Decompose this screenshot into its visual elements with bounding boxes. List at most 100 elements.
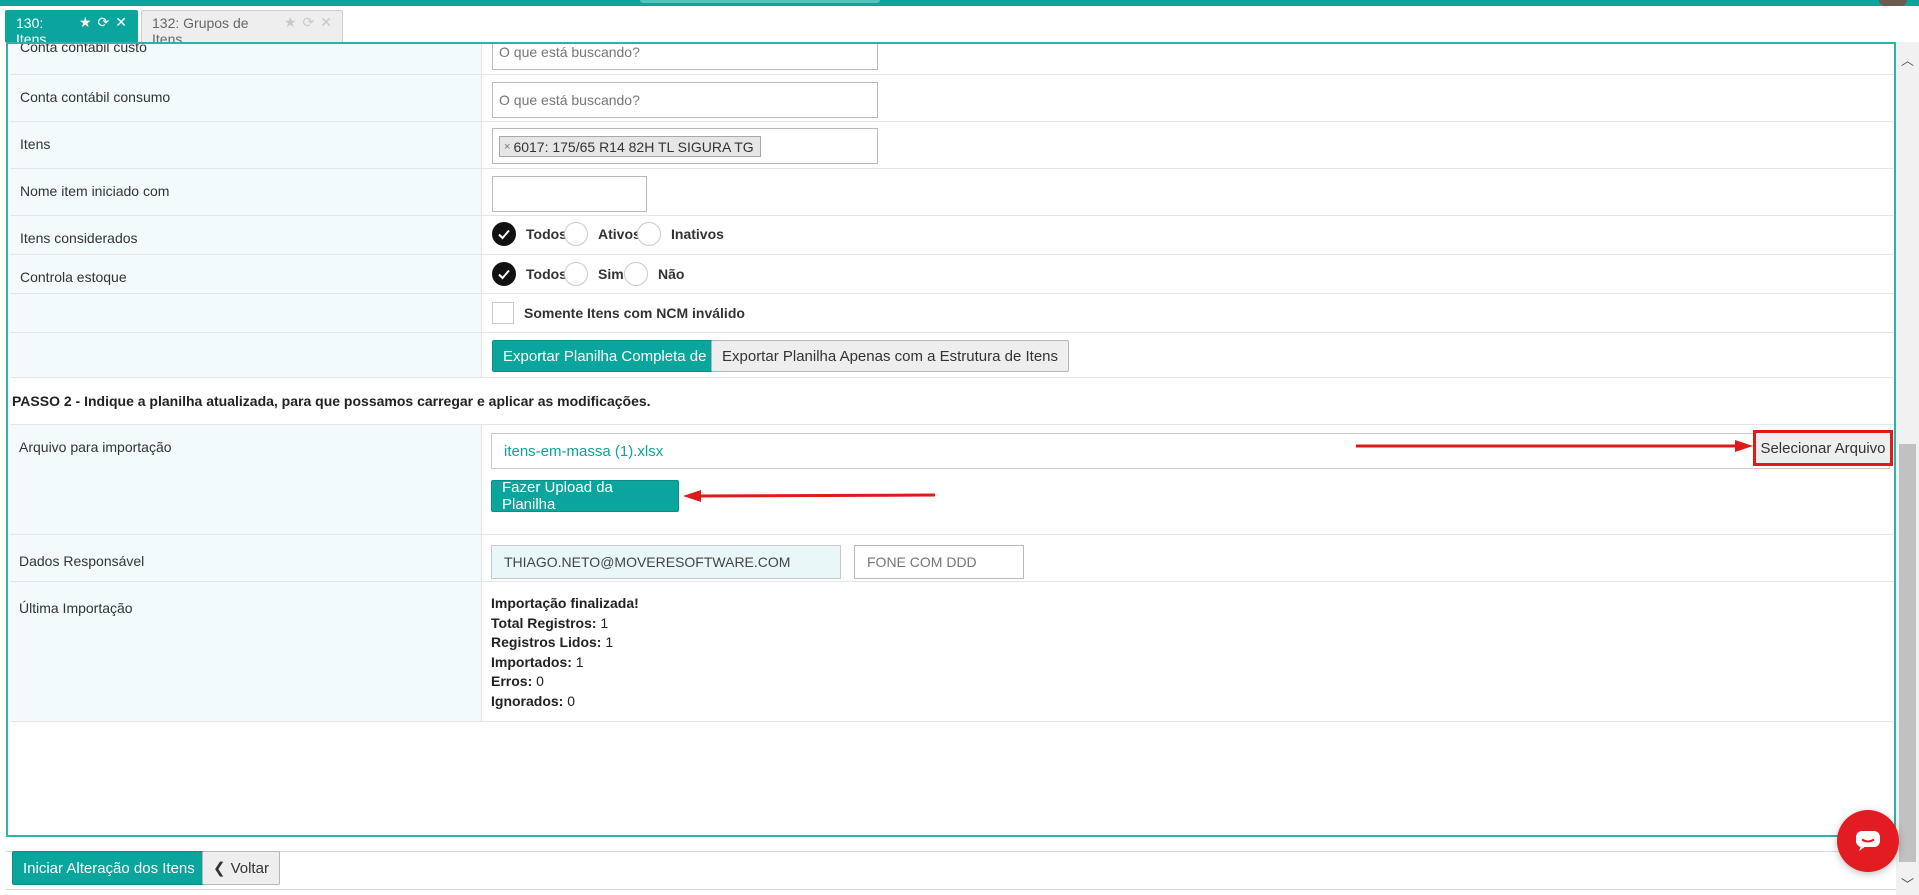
conta-custo-label: Conta contábil custo — [20, 42, 147, 55]
tab-grupos-de-itens[interactable]: 132: Grupos de Itens ★ ⟳ ✕ — [141, 10, 343, 47]
ignorados-value: 0 — [567, 692, 576, 709]
radio-unchecked-icon — [564, 262, 588, 286]
row-itens: Itens × 6017: 175/65 R14 82H TL SIGURA T… — [10, 122, 1894, 169]
radio-unchecked-icon — [624, 262, 648, 286]
radio-label: Todos — [526, 266, 567, 282]
top-bar-indicator — [640, 0, 880, 3]
radio-label: Ativos — [598, 226, 641, 242]
row-ncm: Somente Itens com NCM inválido — [10, 294, 1894, 333]
conta-consumo-input[interactable] — [492, 82, 878, 118]
star-icon[interactable]: ★ — [284, 14, 297, 31]
remove-tag-icon[interactable]: × — [504, 141, 510, 153]
tab-strip: 130: Itens ★ ⟳ ✕ 132: Grupos de Itens ★ … — [0, 6, 1919, 47]
conta-consumo-label: Conta contábil consumo — [10, 75, 482, 121]
refresh-icon[interactable]: ⟳ — [303, 14, 315, 31]
import-status: Importação finalizada! — [491, 595, 639, 611]
radio-label: Inativos — [671, 226, 724, 242]
row-controla-estoque: Controla estoque Todos Sim Não — [10, 255, 1894, 294]
empty-label-cell — [10, 333, 482, 377]
scrollbar-thumb[interactable] — [1899, 444, 1916, 862]
step2-instruction: PASSO 2 - Indique a planilha atualizada,… — [10, 378, 1894, 425]
lidos-value: 1 — [605, 634, 614, 651]
total-value: 1 — [600, 614, 609, 631]
itens-label: Itens — [10, 122, 482, 168]
controla-estoque-label: Controla estoque — [10, 255, 482, 293]
phone-field[interactable] — [854, 545, 1024, 579]
arquivo-label: Arquivo para importação — [10, 425, 482, 534]
scroll-down-icon[interactable]: ﹀ — [1899, 874, 1916, 893]
file-input[interactable]: itens-em-massa (1).xlsx — [491, 433, 1890, 469]
radio-todos[interactable]: Todos — [492, 222, 567, 246]
radio-todos[interactable]: Todos — [492, 262, 567, 286]
arrow-to-upload-line — [695, 493, 936, 498]
radio-label: Não — [658, 266, 685, 282]
row-conta-consumo: Conta contábil consumo — [10, 75, 1894, 122]
empty-label-cell — [10, 294, 482, 332]
chat-button[interactable] — [1837, 810, 1899, 872]
ignorados-label: Ignorados: — [491, 692, 564, 709]
radio-checked-icon — [492, 222, 516, 246]
chat-icon — [1856, 831, 1880, 851]
radio-label: Todos — [526, 226, 567, 242]
row-ultima-importacao: Última Importação Importação finalizada!… — [10, 582, 1894, 722]
start-change-button[interactable]: Iniciar Alteração dos Itens — [12, 851, 206, 885]
tag-label: 6017: 175/65 R14 82H TL SIGURA TG — [513, 138, 754, 155]
responsavel-label: Dados Responsável — [10, 535, 482, 581]
lidos-label: Registros Lidos: — [491, 634, 602, 651]
star-icon[interactable]: ★ — [79, 14, 92, 31]
import-summary: Importação finalizada! Total Registros: … — [491, 594, 639, 712]
close-icon[interactable]: ✕ — [320, 14, 332, 31]
nome-item-label: Nome item iniciado com — [10, 169, 482, 215]
row-dados-responsavel: Dados Responsável — [10, 535, 1894, 582]
row-nome-item: Nome item iniciado com — [10, 169, 1894, 216]
radio-unchecked-icon — [637, 222, 661, 246]
export-structure-button[interactable]: Exportar Planilha Apenas com a Estrutura… — [711, 340, 1070, 372]
file-name: itens-em-massa (1).xlsx — [504, 442, 664, 460]
ultima-importacao-label: Última Importação — [10, 582, 482, 721]
row-arquivo-importacao: Arquivo para importação itens-em-massa (… — [10, 425, 1894, 535]
select-file-button[interactable]: Selecionar Arquivo — [1753, 430, 1893, 466]
tab-label: 130: Itens — [16, 14, 47, 47]
scroll-up-icon[interactable]: ︿ — [1899, 50, 1916, 69]
tab-itens[interactable]: 130: Itens ★ ⟳ ✕ — [5, 10, 138, 47]
annotation-arrows — [683, 440, 1753, 502]
radio-label: Sim — [598, 266, 624, 282]
footer-bar: Iniciar Alteração dos Itens ❮ Voltar — [0, 837, 1919, 895]
itens-multiselect[interactable]: × 6017: 175/65 R14 82H TL SIGURA TG — [492, 128, 878, 164]
field-label: Conta contábil custo — [10, 44, 482, 74]
arrow-to-upload-head — [683, 490, 701, 502]
conta-custo-input[interactable] — [492, 44, 878, 70]
importados-value: 1 — [575, 653, 584, 670]
radio-unchecked-icon — [564, 222, 588, 246]
selected-item-tag: × 6017: 175/65 R14 82H TL SIGURA TG — [499, 136, 761, 157]
nome-item-input[interactable] — [492, 176, 647, 212]
close-icon[interactable]: ✕ — [115, 14, 127, 31]
tab-label: 132: Grupos de Itens — [152, 14, 249, 47]
back-label: Voltar — [230, 859, 269, 877]
importados-label: Importados: — [491, 653, 572, 670]
row-export: Exportar Planilha Completa de Itens Expo… — [10, 333, 1894, 378]
scrollbar[interactable]: ︿ ﹀ — [1896, 42, 1919, 895]
radio-sim[interactable]: Sim — [564, 262, 624, 286]
upload-spreadsheet-button[interactable]: Fazer Upload da Planilha — [491, 479, 679, 513]
footer-bottom-line — [6, 889, 1896, 890]
form-panel: Conta contábil custo Conta contábil cons… — [6, 42, 1896, 837]
total-label: Total Registros: — [491, 614, 597, 631]
footer-divider — [6, 851, 1896, 852]
row-itens-considerados: Itens considerados Todos Ativos Inativos — [10, 216, 1894, 255]
radio-checked-icon — [492, 262, 516, 286]
email-field[interactable] — [491, 545, 841, 579]
checkbox-icon — [492, 302, 514, 324]
erros-value: 0 — [536, 673, 544, 690]
chevron-left-icon: ❮ — [213, 860, 226, 877]
ncm-invalido-checkbox[interactable]: Somente Itens com NCM inválido — [492, 302, 745, 324]
back-button[interactable]: ❮ Voltar — [202, 851, 280, 885]
row-conta-custo: Conta contábil custo — [10, 44, 1894, 75]
checkbox-label: Somente Itens com NCM inválido — [524, 305, 745, 321]
radio-ativos[interactable]: Ativos — [564, 222, 641, 246]
radio-inativos[interactable]: Inativos — [637, 222, 724, 246]
erros-label: Erros: — [491, 673, 533, 690]
radio-nao[interactable]: Não — [624, 262, 684, 286]
itens-considerados-label: Itens considerados — [10, 216, 482, 254]
refresh-icon[interactable]: ⟳ — [98, 14, 110, 31]
